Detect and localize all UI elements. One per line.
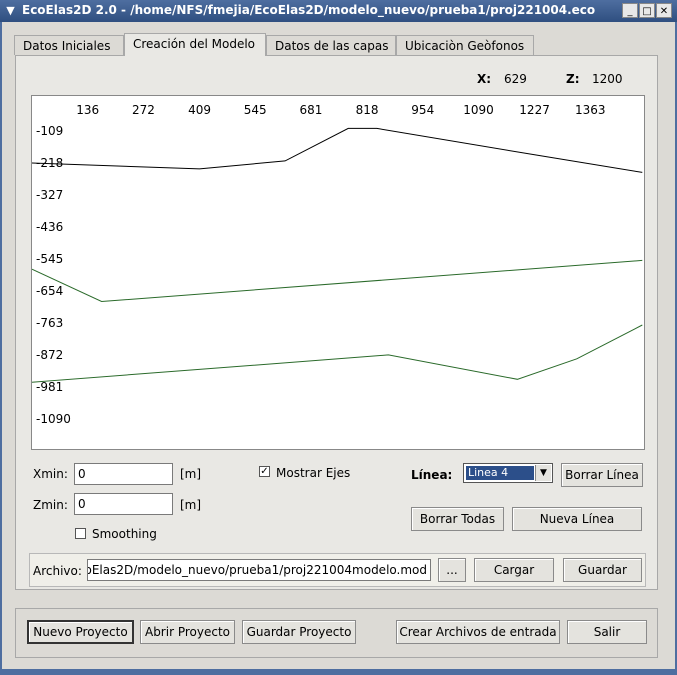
browse-button[interactable]: ...	[438, 558, 466, 582]
salir-button[interactable]: Salir	[567, 620, 647, 644]
close-icon[interactable]: ✕	[656, 3, 672, 18]
tab-datos-capas[interactable]: Datos de las capas	[266, 35, 396, 55]
xmin-input[interactable]: 0	[74, 463, 173, 485]
x-tick-label: 818	[356, 103, 379, 117]
borrar-todas-button[interactable]: Borrar Todas	[411, 507, 504, 531]
zmin-label: Zmin:	[33, 498, 68, 512]
model-line-1[interactable]	[32, 127, 643, 173]
window-title: EcoElas2D 2.0 - /home/NFS/fmejia/EcoElas…	[22, 3, 596, 17]
maximize-icon[interactable]: □	[639, 3, 655, 18]
model-line-2[interactable]	[32, 259, 643, 303]
x-coord-value: 629	[504, 72, 527, 86]
x-tick-label: 1090	[463, 103, 494, 117]
tab-creacion-modelo[interactable]: Creación del Modelo	[124, 33, 266, 56]
y-tick-label: -763	[36, 316, 63, 330]
y-tick-label: -654	[36, 284, 63, 298]
archivo-path-input[interactable]: EcoElas2D/modelo_nuevo/prueba1/proj22100…	[87, 559, 431, 581]
model-canvas[interactable]: 136 272 409 545 681 818 954 1090 1227 1363 -109 -21…	[31, 95, 645, 450]
archivo-label: Archivo:	[33, 564, 82, 578]
x-tick-label: 681	[299, 103, 322, 117]
crear-archivos-button[interactable]: Crear Archivos de entrada	[396, 620, 560, 644]
borrar-linea-button[interactable]: Borrar Línea	[561, 463, 643, 487]
x-tick-label: 272	[132, 103, 155, 117]
smoothing-checkbox[interactable]	[75, 528, 86, 539]
tab-datos-iniciales[interactable]: Datos Iniciales	[14, 35, 124, 55]
model-line-3[interactable]	[32, 324, 643, 383]
mostrar-ejes-checkbox[interactable]: ✓	[259, 466, 270, 477]
mostrar-ejes-label: Mostrar Ejes	[276, 466, 351, 480]
x-tick-label: 136	[76, 103, 99, 117]
x-tick-label: 1227	[519, 103, 550, 117]
guardar-button[interactable]: Guardar	[563, 558, 642, 582]
abrir-proyecto-button[interactable]: Abrir Proyecto	[140, 620, 235, 644]
z-coord-value: 1200	[592, 72, 623, 86]
xmin-unit: [m]	[180, 467, 202, 481]
nueva-linea-button[interactable]: Nueva Línea	[512, 507, 642, 531]
x-tick-label: 545	[244, 103, 267, 117]
minimize-icon[interactable]: _	[622, 3, 638, 18]
zmin-input[interactable]: 0	[74, 493, 173, 515]
y-tick-label: -327	[36, 188, 63, 202]
linea-select-value: Linea 4	[466, 466, 534, 480]
xmin-label: Xmin:	[33, 467, 68, 481]
archivo-path-text: EcoElas2D/modelo_nuevo/prueba1/proj22100…	[87, 563, 427, 577]
linea-select[interactable]: Linea 4 ▼	[463, 463, 553, 483]
y-tick-label: -436	[36, 220, 63, 234]
guardar-proyecto-button[interactable]: Guardar Proyecto	[242, 620, 356, 644]
title-bar: ▼ EcoElas2D 2.0 - /home/NFS/fmejia/EcoEl…	[0, 0, 677, 22]
x-tick-label: 409	[188, 103, 211, 117]
y-tick-label: -109	[36, 124, 63, 138]
window-menu-icon[interactable]: ▼	[3, 3, 18, 18]
tab-ubicacion-geofonos[interactable]: Ubicaciòn Geòfonos	[396, 35, 534, 55]
nuevo-proyecto-button[interactable]: Nuevo Proyecto	[27, 620, 134, 644]
cargar-button[interactable]: Cargar	[474, 558, 554, 582]
chevron-down-icon[interactable]: ▼	[535, 465, 551, 481]
linea-label: Línea:	[411, 468, 453, 482]
y-tick-label: -1090	[36, 412, 71, 426]
y-tick-label: -545	[36, 252, 63, 266]
z-coord-label: Z:	[566, 72, 580, 86]
y-tick-label: -872	[36, 348, 63, 362]
x-tick-label: 1363	[575, 103, 606, 117]
x-tick-label: 954	[411, 103, 434, 117]
zmin-unit: [m]	[180, 498, 202, 512]
model-plot[interactable]: 136 272 409 545 681 818 954 1090 1227 1363-109-21…	[32, 96, 644, 449]
smoothing-label: Smoothing	[92, 527, 157, 541]
x-coord-label: X:	[477, 72, 492, 86]
